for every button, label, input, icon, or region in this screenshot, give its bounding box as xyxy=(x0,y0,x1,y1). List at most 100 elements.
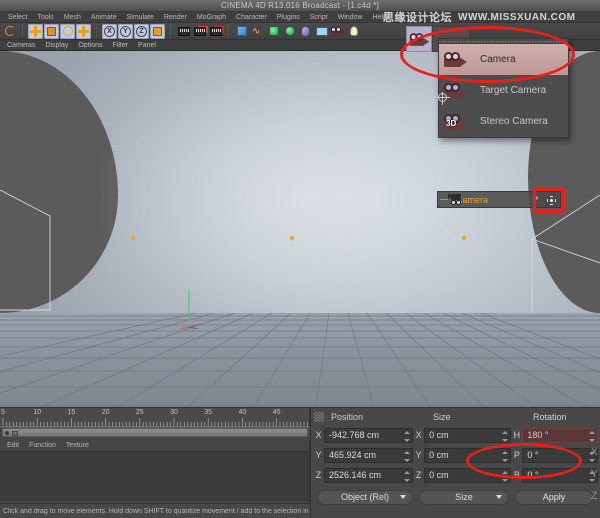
position-y-input[interactable]: 465.924 cm xyxy=(324,448,413,463)
rotate-tool-icon[interactable] xyxy=(60,24,75,39)
viewport-menu-cameras[interactable]: Cameras xyxy=(2,40,40,51)
coordinate-row-2: Y 465.924 cm Y 0 cm P 0 ° xyxy=(313,445,598,465)
position-x-stepper[interactable] xyxy=(404,431,410,442)
undo-icon[interactable] xyxy=(2,24,17,39)
material-menu-function[interactable]: Function xyxy=(24,442,61,449)
viewport-menu-filter[interactable]: Filter xyxy=(107,40,133,51)
coordinate-footer: Object (Rel) Size Apply xyxy=(313,487,598,507)
lock-x-axis-icon[interactable]: X xyxy=(102,24,117,39)
menu-item-camera[interactable]: Camera xyxy=(439,44,568,75)
menu-select[interactable]: Select xyxy=(3,12,32,23)
add-spline-icon[interactable]: ∿ xyxy=(250,24,265,39)
size-x-stepper[interactable] xyxy=(502,431,508,442)
light-icon[interactable] xyxy=(346,24,361,39)
viewport-menu-panel[interactable]: Panel xyxy=(133,40,161,51)
object-visibility-dot[interactable] xyxy=(534,196,538,200)
rotation-p-input[interactable]: 0 ° xyxy=(522,448,598,463)
camera-toolbar-trigger[interactable] xyxy=(406,26,432,52)
position-z-stepper[interactable] xyxy=(404,471,410,482)
add-cube-icon[interactable] xyxy=(234,24,249,39)
menu-mesh[interactable]: Mesh xyxy=(59,12,86,23)
coordinate-row-1: X -942.768 cm X 0 cm H 180 ° xyxy=(313,425,598,445)
menu-help[interactable]: Help xyxy=(368,12,392,23)
cinema4d-window: CINEMA 4D R13.016 Broadcast - [1.c4d *] … xyxy=(0,0,600,518)
menu-script[interactable]: Script xyxy=(305,12,333,23)
timeline-tick-30: 30 xyxy=(170,409,178,416)
scene-icon[interactable] xyxy=(314,24,329,39)
coordinate-mode-dropdown[interactable]: Object (Rel) xyxy=(317,490,413,505)
menu-character[interactable]: Character xyxy=(231,12,272,23)
rotation-b-value: 0 ° xyxy=(523,470,538,480)
render-region-icon[interactable] xyxy=(192,24,207,39)
size-y-input[interactable]: 0 cm xyxy=(424,448,511,463)
position-z-value: 2526.146 cm xyxy=(325,470,381,480)
move-active-icon[interactable] xyxy=(76,24,91,39)
menu-tools[interactable]: Tools xyxy=(32,12,58,23)
menu-plugins[interactable]: Plugins xyxy=(272,12,305,23)
render-settings-icon[interactable] xyxy=(208,24,223,39)
rotation-h-label: H xyxy=(511,430,522,440)
size-header: Size xyxy=(433,412,451,422)
deformer-icon[interactable] xyxy=(298,24,313,39)
panel-grip-icon[interactable] xyxy=(314,412,324,422)
size-x-input[interactable]: 0 cm xyxy=(424,428,511,443)
position-y-stepper[interactable] xyxy=(404,451,410,462)
timeline-tick-20: 20 xyxy=(102,409,110,416)
timeline-scroll-knob[interactable] xyxy=(5,431,9,435)
target-tag-icon[interactable] xyxy=(545,194,558,207)
menu-item-target-camera[interactable]: Target Camera xyxy=(439,75,568,106)
size-z-input[interactable]: 0 cm xyxy=(424,468,511,483)
object-tree-handle[interactable] xyxy=(440,199,448,200)
menu-mograph[interactable]: MoGraph xyxy=(192,12,231,23)
camera-dropdown-menu[interactable]: Camera Target Camera 3D Stereo Camera xyxy=(438,38,569,138)
position-x-label: X xyxy=(313,430,324,440)
apply-button[interactable]: Apply xyxy=(515,490,593,505)
timeline-scroll-bar[interactable] xyxy=(2,428,308,437)
position-z-input[interactable]: 2526.146 cm xyxy=(324,468,413,483)
position-x-input[interactable]: -942.768 cm xyxy=(324,428,413,443)
position-header: Position xyxy=(331,412,363,422)
toolbar-divider xyxy=(228,24,229,38)
rotation-h-stepper[interactable] xyxy=(589,431,595,442)
rotation-header: Rotation xyxy=(533,412,567,422)
menu-item-stereo-camera[interactable]: 3D Stereo Camera xyxy=(439,106,568,137)
axis-gizmo[interactable] xyxy=(178,283,200,329)
size-z-label: Z xyxy=(413,470,424,480)
material-menu-edit[interactable]: Edit xyxy=(2,442,24,449)
menu-simulate[interactable]: Simulate xyxy=(122,12,159,23)
rotation-h-input[interactable]: 180 ° xyxy=(522,428,598,443)
toolbar-group-transform xyxy=(26,24,93,39)
world-object-coordinates-icon[interactable] xyxy=(150,24,165,39)
rotation-b-input[interactable]: 0 ° xyxy=(522,468,598,483)
lock-y-axis-icon[interactable]: Y xyxy=(118,24,133,39)
size-z-stepper[interactable] xyxy=(502,471,508,482)
size-z-value: 0 cm xyxy=(425,470,449,480)
menu-animate[interactable]: Animate xyxy=(86,12,122,23)
viewport-menu-display[interactable]: Display xyxy=(40,40,73,51)
timeline-scroll-knob-secondary[interactable] xyxy=(12,431,18,436)
object-manager-row-camera[interactable]: Camera xyxy=(437,191,561,208)
material-manager-body[interactable] xyxy=(0,452,309,501)
viewport-menu-options[interactable]: Options xyxy=(73,40,107,51)
material-manager[interactable]: EditFunctionTexture xyxy=(0,440,310,502)
size-y-stepper[interactable] xyxy=(502,451,508,462)
render-view-icon[interactable] xyxy=(176,24,191,39)
nurbs-icon[interactable] xyxy=(266,24,281,39)
size-mode-label: Size xyxy=(455,492,473,502)
menu-render[interactable]: Render xyxy=(159,12,192,23)
size-mode-dropdown[interactable]: Size xyxy=(419,490,509,505)
coordinate-manager[interactable]: Position Size Rotation X -942.768 cm X 0… xyxy=(310,407,600,518)
size-x-value: 0 cm xyxy=(425,430,449,440)
status-bar: Click and drag to move elements. Hold do… xyxy=(0,503,310,518)
move-tool-icon[interactable] xyxy=(28,24,43,39)
material-menu-texture[interactable]: Texture xyxy=(61,442,94,449)
axis-label-y: Y xyxy=(591,463,598,485)
timeline-tick-45: 45 xyxy=(273,409,281,416)
scale-tool-icon[interactable] xyxy=(44,24,59,39)
camera-toolbar-icon[interactable] xyxy=(330,24,345,39)
array-icon[interactable] xyxy=(282,24,297,39)
position-y-value: 465.924 cm xyxy=(325,450,376,460)
lock-z-axis-icon[interactable]: Z xyxy=(134,24,149,39)
timeline-ruler[interactable]: 51015202530354045 xyxy=(0,407,310,427)
menu-window[interactable]: Window xyxy=(333,12,368,23)
